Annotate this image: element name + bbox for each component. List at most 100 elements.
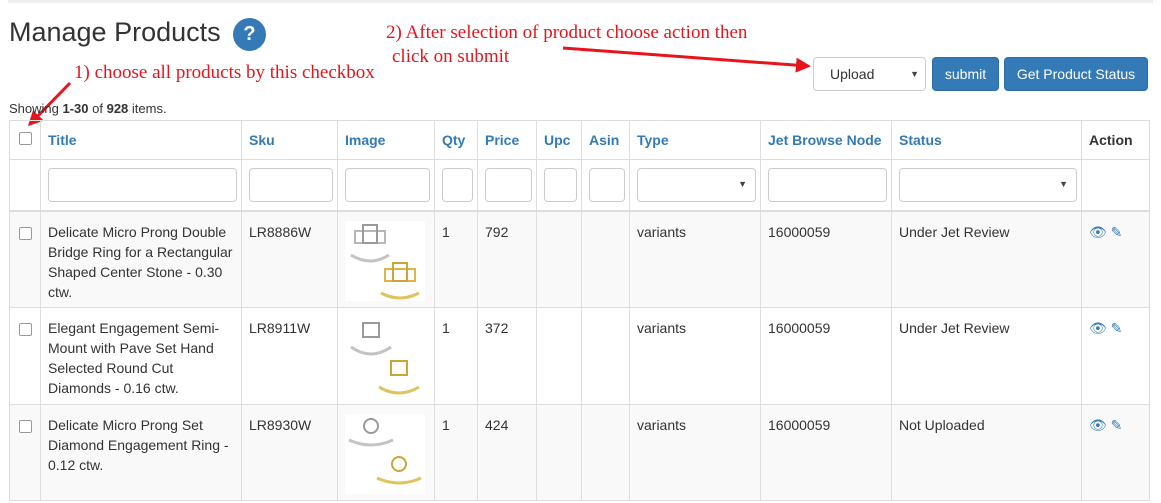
row-asin xyxy=(581,209,630,308)
row-asin xyxy=(581,404,630,501)
row-upc xyxy=(536,404,582,501)
column-header-jet-browse-node[interactable]: Jet Browse Node xyxy=(760,120,892,160)
filter-qty-input[interactable] xyxy=(442,168,473,202)
filter-cell-sku xyxy=(241,159,338,211)
annotation-step2-line2: click on submit xyxy=(392,46,510,67)
column-header-title[interactable]: Title xyxy=(40,120,242,160)
row-image-cell xyxy=(337,307,435,405)
row-jet-browse-node: 16000059 xyxy=(760,404,892,501)
row-price: 424 xyxy=(477,404,537,501)
filter-row: ▼ ▼ xyxy=(9,159,1150,211)
select-all-checkbox[interactable] xyxy=(19,132,32,145)
filter-asin-input[interactable] xyxy=(589,168,625,202)
row-type: variants xyxy=(629,209,761,308)
eye-icon[interactable]: 👁 xyxy=(1089,417,1107,433)
filter-cell-node xyxy=(760,159,892,211)
summary-total: 928 xyxy=(106,101,129,116)
filter-price-input[interactable] xyxy=(485,168,532,202)
table-row: Elegant Engagement Semi-Mount with Pave … xyxy=(9,307,1150,405)
row-title: Elegant Engagement Semi-Mount with Pave … xyxy=(40,307,242,405)
row-actions: 👁 ✎ xyxy=(1081,404,1150,501)
row-price: 792 xyxy=(477,209,537,308)
column-header-status[interactable]: Status xyxy=(891,120,1082,160)
row-checkbox[interactable] xyxy=(19,226,32,240)
top-divider xyxy=(8,0,1153,3)
row-asin xyxy=(581,307,630,405)
pencil-icon[interactable]: ✎ xyxy=(1111,320,1123,336)
page-title: Manage Products xyxy=(9,17,221,47)
filter-image-input[interactable] xyxy=(345,168,430,202)
row-actions: 👁 ✎ xyxy=(1081,307,1150,405)
column-header-upc[interactable]: Upc xyxy=(536,120,582,160)
products-table: Title Sku Image Qty Price Upc Asin Type … xyxy=(9,120,1150,501)
row-sku: LR8930W xyxy=(241,404,338,501)
row-type: variants xyxy=(629,307,761,405)
summary-text: Showing 1-30 of 928 items. xyxy=(9,101,167,116)
row-title: Delicate Micro Prong Double Bridge Ring … xyxy=(40,209,242,308)
column-header-price[interactable]: Price xyxy=(477,120,537,160)
summary-range: 1-30 xyxy=(62,101,89,116)
table-row: Delicate Micro Prong Double Bridge Ring … xyxy=(9,209,1150,308)
column-header-sku[interactable]: Sku xyxy=(241,120,338,160)
filter-cell-asin xyxy=(581,159,630,211)
select-all-cell xyxy=(9,120,41,160)
filter-cell-image xyxy=(337,159,435,211)
annotation-step1: 1) choose all products by this checkbox xyxy=(74,62,375,83)
row-type: variants xyxy=(629,404,761,501)
filter-title-input[interactable] xyxy=(48,168,237,202)
help-icon[interactable]: ? xyxy=(233,18,266,51)
row-status: Not Uploaded xyxy=(891,404,1082,501)
column-header-action: Action xyxy=(1081,120,1150,160)
filter-cell-action xyxy=(1081,159,1150,211)
row-checkbox[interactable] xyxy=(19,420,32,433)
row-select-cell xyxy=(9,404,41,501)
row-status: Under Jet Review xyxy=(891,307,1082,405)
arrow-to-action-select xyxy=(562,46,811,73)
row-sku: LR8886W xyxy=(241,209,338,308)
filter-sku-input[interactable] xyxy=(249,168,333,202)
row-actions: 👁 ✎ xyxy=(1081,209,1150,308)
column-header-asin[interactable]: Asin xyxy=(581,120,630,160)
filter-cell-status: ▼ xyxy=(891,159,1082,211)
row-qty: 1 xyxy=(434,307,478,405)
row-select-cell xyxy=(9,209,41,308)
filter-jet-browse-node-input[interactable] xyxy=(768,168,887,202)
filter-cell-price xyxy=(477,159,537,211)
filter-cell-type: ▼ xyxy=(629,159,761,211)
product-image xyxy=(345,220,425,301)
column-header-type[interactable]: Type xyxy=(629,120,761,160)
caret-down-icon: ▼ xyxy=(1059,179,1068,189)
table-row: Delicate Micro Prong Set Diamond Engagem… xyxy=(9,404,1150,501)
bulk-action-select[interactable]: Upload ▼ xyxy=(813,57,926,91)
row-qty: 1 xyxy=(434,404,478,501)
filter-cell-qty xyxy=(434,159,478,211)
row-status: Under Jet Review xyxy=(891,209,1082,308)
caret-down-icon: ▼ xyxy=(738,179,747,189)
product-image xyxy=(345,414,425,494)
pencil-icon[interactable]: ✎ xyxy=(1111,224,1123,240)
row-qty: 1 xyxy=(434,209,478,308)
submit-button[interactable]: submit xyxy=(932,57,999,91)
filter-type-select[interactable]: ▼ xyxy=(637,168,756,202)
filter-cell-upc xyxy=(536,159,582,211)
filter-cell-empty xyxy=(9,159,41,211)
row-upc xyxy=(536,209,582,308)
column-header-qty[interactable]: Qty xyxy=(434,120,478,160)
row-image-cell xyxy=(337,209,435,308)
filter-upc-input[interactable] xyxy=(544,168,577,202)
summary-of: of xyxy=(88,101,107,116)
row-sku: LR8911W xyxy=(241,307,338,405)
row-select-cell xyxy=(9,307,41,405)
eye-icon[interactable]: 👁 xyxy=(1089,320,1107,336)
row-title: Delicate Micro Prong Set Diamond Engagem… xyxy=(40,404,242,501)
filter-status-select[interactable]: ▼ xyxy=(899,168,1077,202)
eye-icon[interactable]: 👁 xyxy=(1089,224,1107,240)
row-image-cell xyxy=(337,404,435,501)
table-header-row: Title Sku Image Qty Price Upc Asin Type … xyxy=(9,120,1150,160)
pencil-icon[interactable]: ✎ xyxy=(1111,417,1123,433)
filter-cell-title xyxy=(40,159,242,211)
column-header-image[interactable]: Image xyxy=(337,120,435,160)
caret-down-icon: ▼ xyxy=(910,69,919,79)
get-product-status-button[interactable]: Get Product Status xyxy=(1004,57,1148,91)
row-checkbox[interactable] xyxy=(19,323,32,336)
